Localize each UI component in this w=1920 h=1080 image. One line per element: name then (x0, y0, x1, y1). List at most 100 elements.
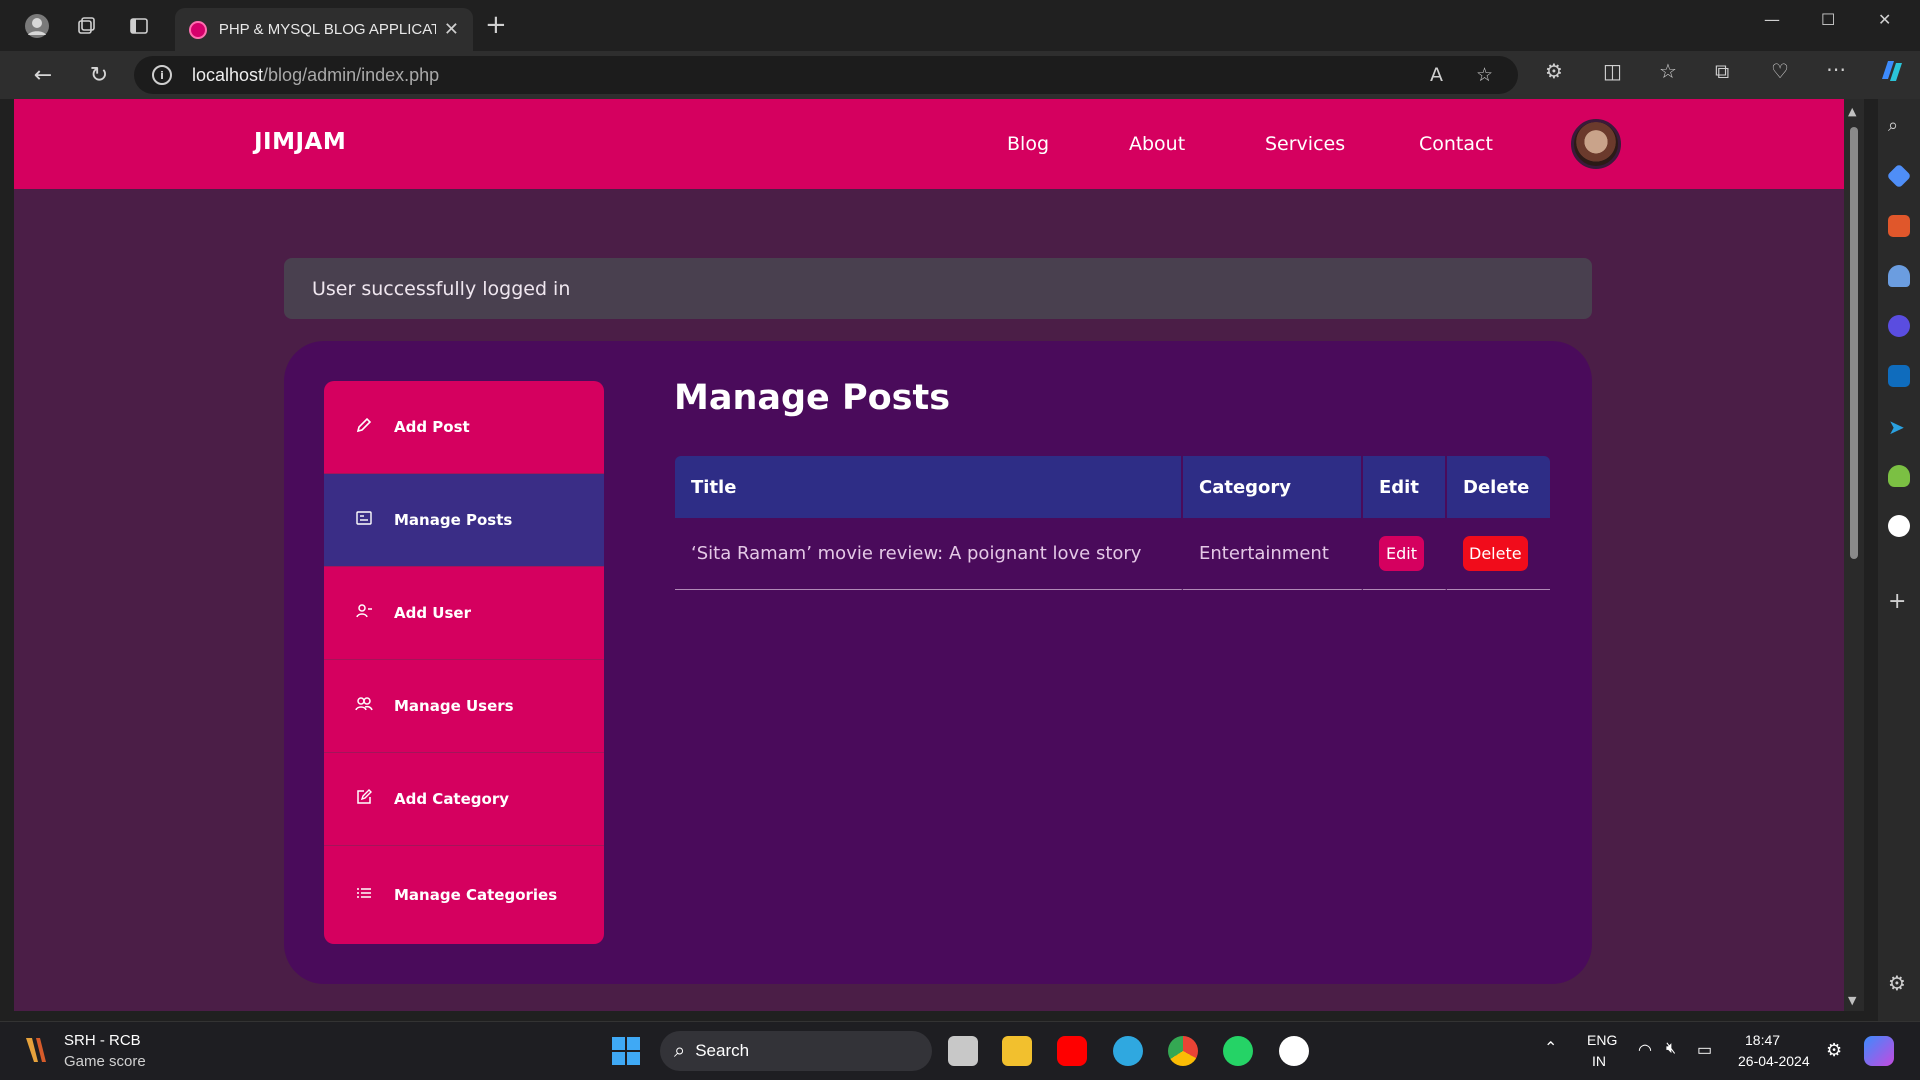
games-chess-icon[interactable] (1888, 265, 1910, 287)
widget-title[interactable]: SRH - RCB (64, 1032, 141, 1049)
language-bottom[interactable]: IN (1592, 1053, 1606, 1069)
sidebar-item-add-user[interactable]: Add User (324, 567, 604, 660)
wifi-icon[interactable]: ◠ (1638, 1040, 1652, 1060)
cricket-widget-icon[interactable] (22, 1034, 52, 1066)
page-scrollbar[interactable]: ▲ ▼ (1844, 99, 1864, 1011)
posts-table: Title Category Edit Delete ‘Sita Ramam’ … (675, 456, 1550, 590)
new-tab-icon[interactable]: + (485, 12, 507, 38)
post-category-cell: Entertainment (1183, 518, 1363, 590)
nav-link-about[interactable]: About (1129, 133, 1185, 155)
scroll-thumb[interactable] (1850, 127, 1858, 559)
browser-toolbar: ← ↻ i localhost/blog/admin/index.php A ☆… (0, 51, 1920, 99)
site-brand-logo[interactable]: JIMJAM (254, 129, 346, 155)
column-header-title: Title (675, 456, 1183, 518)
column-header-category: Category (1183, 456, 1363, 518)
collections-icon[interactable]: ⧉ (1715, 59, 1729, 83)
alert-message: User successfully logged in (312, 278, 571, 300)
notification-bell-icon[interactable]: ⚙ (1826, 1040, 1842, 1061)
edit-cell: Edit (1363, 518, 1447, 590)
profile-icon[interactable] (24, 13, 50, 39)
table-header-row: Title Category Edit Delete (675, 456, 1550, 518)
pencil-icon (354, 417, 374, 437)
split-screen-icon[interactable]: ◫ (1603, 59, 1622, 83)
outlook-icon[interactable] (1888, 365, 1910, 387)
copilot-taskbar-icon[interactable] (1864, 1036, 1894, 1066)
windows-start-icon[interactable] (611, 1036, 641, 1070)
nav-link-blog[interactable]: Blog (1007, 133, 1049, 155)
github-icon[interactable] (1888, 515, 1910, 537)
browser-essentials-icon[interactable]: ♡ (1771, 59, 1789, 83)
windows-taskbar: SRH - RCB Game score ⌕ Search ⌃ ENG IN ◠… (0, 1021, 1920, 1080)
delete-post-button[interactable]: Delete (1463, 536, 1528, 571)
nav-link-services[interactable]: Services (1265, 133, 1345, 155)
whatsapp-icon[interactable] (1223, 1036, 1253, 1066)
volume-muted-icon[interactable]: 🔇︎ (1666, 1040, 1676, 1058)
sidebar-item-manage-posts[interactable]: Manage Posts (324, 474, 604, 567)
search-icon: ⌕ (674, 1039, 686, 1062)
address-bar[interactable]: i localhost/blog/admin/index.php A ☆ (134, 56, 1518, 94)
search-icon[interactable]: ⌕ (1888, 115, 1910, 137)
widget-subtitle: Game score (64, 1053, 146, 1070)
add-user-icon (354, 603, 374, 623)
telegram-icon[interactable]: ➤ (1888, 415, 1910, 439)
posts-icon (354, 511, 374, 529)
user-avatar[interactable] (1571, 119, 1621, 169)
sidebar-item-add-category[interactable]: Add Category (324, 753, 604, 846)
scroll-up-icon[interactable]: ▲ (1848, 105, 1856, 118)
tab-actions-icon[interactable] (126, 13, 152, 39)
favorite-star-icon[interactable]: ☆ (1476, 64, 1493, 86)
sidebar-item-label: Add Post (394, 418, 470, 436)
url-host: localhost (192, 64, 264, 85)
page-viewport: JIMJAM Blog About Services Contact User … (14, 99, 1844, 1011)
admin-sidebar: Add Post Manage Posts Add User Manage Us… (324, 381, 604, 944)
clock-date[interactable]: 26-04-2024 (1738, 1053, 1810, 1069)
tree-app-icon[interactable] (1888, 465, 1910, 487)
scroll-down-icon[interactable]: ▼ (1848, 994, 1856, 1007)
url-path: /blog/admin/index.php (263, 64, 440, 85)
workspaces-icon[interactable] (73, 13, 99, 39)
read-aloud-icon[interactable]: A (1430, 64, 1443, 86)
more-menu-icon[interactable]: ⋯ (1826, 57, 1846, 81)
maximize-icon[interactable]: ☐ (1821, 10, 1835, 29)
sidebar-item-label: Add Category (394, 790, 509, 808)
shopping-tag-icon[interactable] (1886, 163, 1912, 189)
browser-tab-active[interactable]: PHP & MYSQL BLOG APPLICATIC ✕ (175, 8, 473, 51)
youtube-icon[interactable] (1057, 1036, 1087, 1066)
extensions-icon[interactable]: ⚙ (1545, 59, 1563, 83)
language-top[interactable]: ENG (1587, 1032, 1617, 1048)
tools-briefcase-icon[interactable] (1888, 215, 1910, 237)
copilot-icon[interactable] (1876, 57, 1904, 90)
sidebar-item-add-post[interactable]: Add Post (324, 381, 604, 474)
back-icon[interactable]: ← (29, 61, 57, 89)
chrome-icon[interactable] (1168, 1036, 1198, 1066)
show-hidden-icons-chevron-icon[interactable]: ⌃ (1544, 1038, 1557, 1058)
column-header-delete: Delete (1447, 456, 1550, 518)
github-desktop-icon[interactable] (1279, 1036, 1309, 1066)
users-icon (354, 696, 374, 716)
clock-time[interactable]: 18:47 (1745, 1032, 1780, 1048)
close-window-icon[interactable]: ✕ (1878, 10, 1891, 29)
edge-browser-icon[interactable] (1113, 1036, 1143, 1066)
sidebar-item-label: Add User (394, 604, 471, 622)
favorites-icon[interactable]: ☆ (1659, 59, 1677, 83)
task-view-icon[interactable] (948, 1036, 978, 1066)
taskbar-search-box[interactable]: ⌕ Search (660, 1031, 932, 1071)
post-title-cell: ‘Sita Ramam’ movie review: A poignant lo… (675, 518, 1183, 590)
search-placeholder: Search (695, 1041, 750, 1060)
delete-cell: Delete (1447, 518, 1550, 590)
nav-link-contact[interactable]: Contact (1419, 133, 1493, 155)
copilot-app-icon[interactable] (1888, 315, 1910, 337)
minimize-icon[interactable]: — (1764, 10, 1780, 29)
close-tab-icon[interactable]: ✕ (444, 19, 459, 40)
sidebar-item-manage-users[interactable]: Manage Users (324, 660, 604, 753)
edit-post-button[interactable]: Edit (1379, 536, 1424, 571)
add-sidebar-app-icon[interactable]: + (1888, 589, 1910, 614)
refresh-icon[interactable]: ↻ (85, 61, 113, 89)
file-explorer-icon[interactable] (1002, 1036, 1032, 1066)
sidebar-item-label: Manage Categories (394, 886, 558, 904)
sidebar-settings-gear-icon[interactable]: ⚙ (1888, 971, 1910, 995)
site-info-icon[interactable]: i (152, 65, 172, 85)
tab-title: PHP & MYSQL BLOG APPLICATIC (218, 21, 436, 38)
battery-icon[interactable]: ▭ (1697, 1040, 1712, 1060)
sidebar-item-manage-categories[interactable]: Manage Categories (324, 846, 604, 944)
